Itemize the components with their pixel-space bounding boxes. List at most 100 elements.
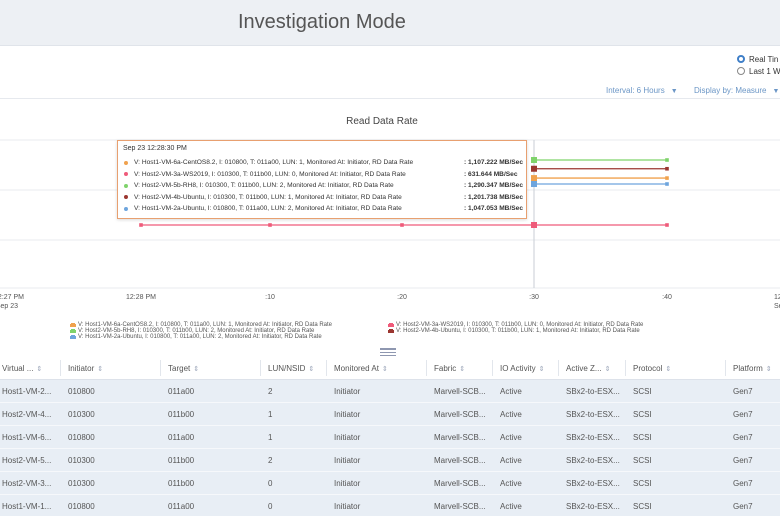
page-title: Investigation Mode	[238, 11, 406, 33]
tooltip-series-value: : 631.644 MB/Sec	[464, 170, 518, 178]
table-cell: Marvell-SCB...	[434, 479, 486, 488]
column-resize-handle[interactable]	[725, 360, 726, 376]
interval-dropdown[interactable]: Interval: 6 Hours ▼	[606, 86, 678, 95]
sort-icon[interactable]: ⇕	[36, 366, 42, 373]
column-header[interactable]: Initiator ⇕	[68, 364, 103, 373]
column-header[interactable]: Virtual ... ⇕	[2, 364, 42, 373]
table-row[interactable]: Host2-VM-5... 010300 011b00 2 Initiator Marve…	[0, 449, 780, 472]
radio-option-realtime[interactable]: Real Tin	[737, 53, 780, 65]
sort-icon[interactable]: ⇕	[766, 366, 772, 373]
table-row[interactable]: Host1-VM-6... 010800 011a00 1 Initiator Marve…	[0, 426, 780, 449]
table-cell: Initiator	[334, 387, 361, 396]
time-mode-radio-group: Real Tin Last 1 W	[737, 53, 780, 77]
table-cell: Gen7	[733, 410, 753, 419]
sort-icon[interactable]: ⇕	[308, 366, 314, 373]
column-header[interactable]: Target ⇕	[168, 364, 199, 373]
tooltip-series-label: V: Host2-VM-5b-RH8, I: 010300, T: 011b00…	[134, 182, 394, 189]
column-header[interactable]: IO Activity ⇕	[500, 364, 544, 373]
tooltip-color-dot	[124, 206, 128, 211]
column-header-label: Fabric	[434, 364, 457, 373]
radio-label: Real Tin	[749, 54, 779, 64]
table-cell: SCSI	[633, 410, 652, 419]
column-resize-handle[interactable]	[60, 360, 61, 376]
sort-icon[interactable]: ⇕	[665, 366, 671, 373]
column-header[interactable]: Protocol ⇕	[633, 364, 671, 373]
data-point	[665, 176, 669, 180]
x-tick-label: :10	[265, 294, 275, 301]
table-row[interactable]: Host2-VM-3... 010300 011b00 0 Initiator Marve…	[0, 472, 780, 495]
page-header: Investigation Mode	[0, 0, 780, 46]
table-cell: Active	[500, 410, 522, 419]
column-resize-handle[interactable]	[260, 360, 261, 376]
table-cell: 010800	[68, 387, 95, 396]
table-cell: 011a00	[168, 433, 195, 442]
table-cell: 010300	[68, 456, 95, 465]
column-resize-handle[interactable]	[326, 360, 327, 376]
x-tick-label: :40	[662, 294, 672, 301]
tooltip-series-label: V: Host2-VM-4b-Ubuntu, I: 010300, T: 011…	[134, 193, 402, 201]
column-resize-handle[interactable]	[625, 360, 626, 376]
table-cell: Active	[500, 502, 522, 511]
table-cell: Initiator	[334, 410, 361, 419]
table-header: Virtual ... ⇕ Initiator ⇕ Target ⇕ LUN/NSID ⇕ Mo…	[0, 356, 780, 380]
table-cell: Marvell-SCB...	[434, 502, 486, 511]
column-header[interactable]: Active Z... ⇕	[566, 364, 610, 373]
sort-icon[interactable]: ⇕	[193, 366, 199, 373]
data-point	[531, 175, 537, 182]
series-2	[139, 222, 669, 228]
radio-option-last-week[interactable]: Last 1 W	[737, 65, 780, 77]
radio-label: Last 1 W	[749, 66, 780, 76]
series-3	[531, 157, 669, 163]
table-cell: 0	[268, 502, 273, 511]
table-cell: SBx2-to-ESX...	[566, 502, 620, 511]
sort-icon[interactable]: ⇕	[382, 366, 388, 373]
table-cell: SCSI	[633, 479, 652, 488]
table-cell: SBx2-to-ESX...	[566, 479, 620, 488]
sort-icon[interactable]: ⇕	[605, 366, 611, 373]
tooltip-row: V: Host2-VM-4b-Ubuntu, I: 010300, T: 011…	[124, 192, 524, 203]
table-row[interactable]: Host1-VM-2... 010800 011a00 2 Initiator Marve…	[0, 380, 780, 403]
radio-unselected-icon[interactable]	[737, 67, 745, 75]
column-resize-handle[interactable]	[160, 360, 161, 376]
tooltip-row: V: Host2-VM-5b-RH8, I: 010300, T: 011b00…	[124, 180, 524, 191]
sort-icon[interactable]: ⇕	[539, 366, 545, 373]
x-tick-label: :20	[397, 294, 407, 301]
table-cell: 010300	[68, 479, 95, 488]
table-row[interactable]: Host2-VM-4... 010300 011b00 1 Initiator Marve…	[0, 403, 780, 426]
legend-swatch-icon	[70, 334, 76, 339]
table-cell: 011b00	[168, 479, 195, 488]
table-cell: Host2-VM-4...	[2, 410, 52, 419]
table-cell: Gen7	[733, 433, 753, 442]
column-header[interactable]: Fabric ⇕	[434, 364, 465, 373]
legend-swatch-icon	[70, 322, 76, 327]
column-header[interactable]: Monitored At ⇕	[334, 364, 388, 373]
legend-label: V: Host2-VM-4b-Ubuntu, I: 010300, T: 011…	[396, 328, 640, 334]
table-cell: Host2-VM-5...	[2, 456, 52, 465]
column-header[interactable]: Platform ⇕	[733, 364, 772, 373]
radio-selected-icon[interactable]	[737, 55, 745, 63]
tooltip-series-value: : 1,290.347 MB/Sec	[464, 182, 524, 189]
table-cell: 011a00	[168, 387, 195, 396]
table-cell: 010800	[68, 502, 95, 511]
table-cell: 010800	[68, 433, 95, 442]
column-header-label: LUN/NSID	[268, 364, 306, 373]
table-cell: SCSI	[633, 433, 652, 442]
legend-item[interactable]: V: Host2-VM-4b-Ubuntu, I: 010300, T: 011…	[388, 328, 640, 334]
column-header[interactable]: LUN/NSID ⇕	[268, 364, 314, 373]
data-point	[665, 182, 669, 186]
table-cell: 2	[268, 456, 273, 465]
sort-icon[interactable]: ⇕	[459, 366, 465, 373]
table-cell: Gen7	[733, 479, 753, 488]
column-header-label: Platform	[733, 364, 763, 373]
table-row[interactable]: Host1-VM-1... 010800 011a00 0 Initiator Marve…	[0, 495, 780, 516]
display-by-dropdown[interactable]: Display by: Measure ▼	[694, 86, 779, 95]
legend-item[interactable]: V: Host1-VM-2a-Ubuntu, I: 010800, T: 011…	[70, 334, 322, 340]
table-cell: Host1-VM-6...	[2, 433, 52, 442]
column-resize-handle[interactable]	[492, 360, 493, 376]
tooltip-series-value: : 1,107.222 MB/Sec	[464, 159, 524, 166]
table-cell: Marvell-SCB...	[434, 456, 486, 465]
table-cell: SBx2-to-ESX...	[566, 433, 620, 442]
column-resize-handle[interactable]	[426, 360, 427, 376]
column-resize-handle[interactable]	[558, 360, 559, 376]
sort-icon[interactable]: ⇕	[97, 366, 103, 373]
